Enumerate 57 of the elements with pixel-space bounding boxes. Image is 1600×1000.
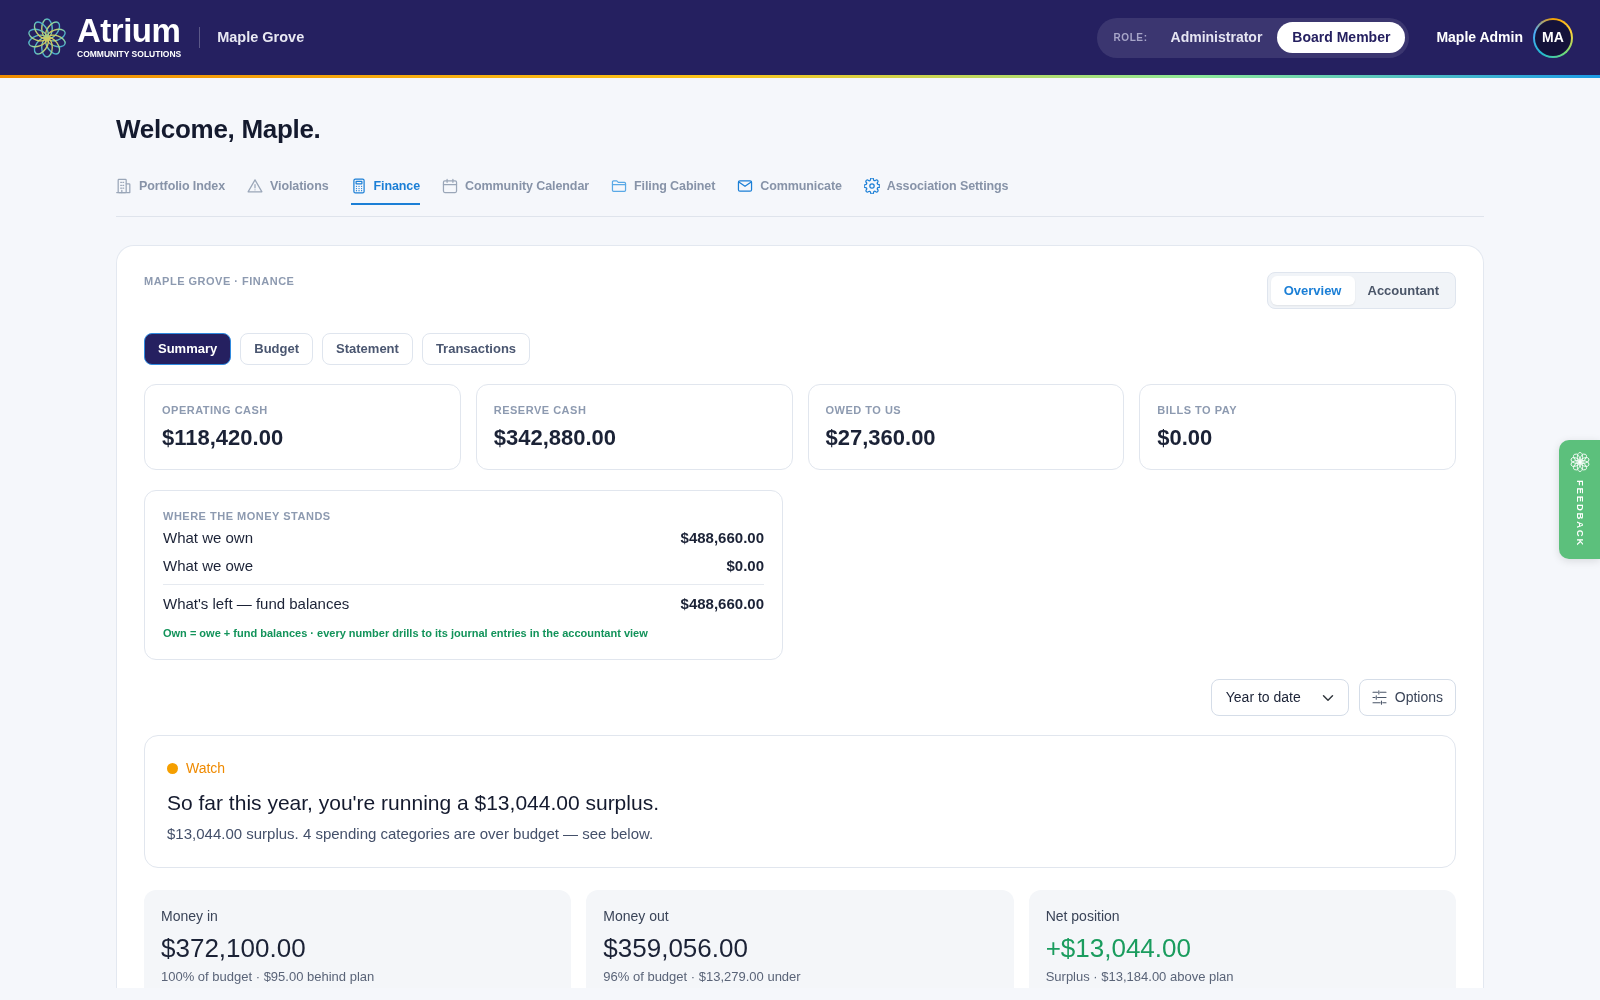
stat-value: $27,360.00 bbox=[825, 424, 937, 452]
breadcrumb-text: MAPLE GROVE · FINANCE bbox=[144, 274, 295, 289]
summary-note: 96% of budget · $13,279.00 under bbox=[603, 968, 802, 986]
sub-tab[interactable]: Transactions bbox=[421, 333, 531, 365]
stat-value: $0.00 bbox=[1157, 424, 1214, 452]
sub-tab[interactable]: Budget bbox=[240, 333, 314, 365]
status-headline: So far this year, you're running a $13,044.00 surplus. bbox=[167, 790, 660, 816]
balance-label: What we own bbox=[163, 528, 254, 548]
building-icon bbox=[116, 178, 132, 194]
nav-tab[interactable]: Finance bbox=[350, 176, 421, 205]
stat-value: $118,420.00 bbox=[162, 424, 285, 452]
options-button[interactable]: Options bbox=[1358, 679, 1456, 716]
summary-note: Surplus · $13,184.00 above plan bbox=[1045, 968, 1235, 986]
greeting-heading: Welcome, Maple. bbox=[116, 113, 322, 145]
brand-name: Atrium bbox=[77, 16, 182, 46]
stat-label: OWED TO US bbox=[825, 403, 903, 418]
summary-label: Money out bbox=[603, 907, 670, 926]
calculator-icon bbox=[350, 178, 367, 194]
summary-value: +$13,044.00 bbox=[1045, 932, 1192, 964]
status-detail: $13,044.00 surplus. 4 spending categories are over budget — see below. bbox=[167, 824, 655, 844]
stat-value: $342,880.00 bbox=[493, 424, 618, 452]
stat-label: RESERVE CASH bbox=[493, 403, 588, 418]
stat-label: OPERATING CASH bbox=[162, 403, 269, 418]
status-dot-icon bbox=[167, 762, 178, 774]
summary-label: Net position bbox=[1045, 907, 1121, 926]
balance-label: What we owe bbox=[163, 556, 254, 576]
brand-tagline: COMMUNITY SOLUTIONS bbox=[77, 49, 182, 59]
status-label: Watch bbox=[186, 759, 226, 778]
balance-value: $488,660.00 bbox=[680, 528, 764, 548]
balance-value: $488,660.00 bbox=[680, 594, 764, 614]
view-toggle-option[interactable]: Accountant bbox=[1354, 276, 1452, 305]
view-toggle-option[interactable]: Overview bbox=[1270, 276, 1355, 305]
rosette-icon bbox=[1569, 452, 1590, 472]
balance-label: What's left — fund balances bbox=[163, 594, 350, 614]
rosette-logo-icon bbox=[27, 17, 67, 58]
balance-title: WHERE THE MONEY STANDS bbox=[163, 509, 332, 524]
balance-value: $0.00 bbox=[726, 556, 764, 576]
calendar-icon bbox=[442, 178, 459, 194]
community-name: Maple Grove bbox=[217, 27, 305, 47]
role-option[interactable]: Board Member bbox=[1277, 22, 1406, 53]
role-label: ROLE: bbox=[1113, 31, 1148, 45]
sub-tab[interactable]: Statement bbox=[322, 333, 413, 365]
balance-note: Own = owe + fund balances · every number drills to its journal entries in the accountant view bbox=[163, 626, 649, 641]
sliders-icon bbox=[1371, 690, 1387, 705]
summary-note: 100% of budget · $95.00 behind plan bbox=[161, 968, 376, 986]
warning-icon bbox=[247, 178, 263, 194]
envelope-icon bbox=[737, 178, 754, 194]
period-select[interactable]: Year to date bbox=[1210, 679, 1349, 716]
folder-icon bbox=[611, 178, 627, 194]
stat-label: BILLS TO PAY bbox=[1157, 403, 1238, 418]
user-name: Maple Admin bbox=[1436, 28, 1523, 47]
gear-icon bbox=[863, 178, 880, 194]
role-option[interactable]: Administrator bbox=[1155, 22, 1278, 53]
sub-tab[interactable]: Summary bbox=[144, 333, 232, 365]
summary-label: Money in bbox=[161, 907, 219, 926]
summary-value: $372,100.00 bbox=[161, 932, 307, 964]
summary-value: $359,056.00 bbox=[603, 932, 749, 964]
